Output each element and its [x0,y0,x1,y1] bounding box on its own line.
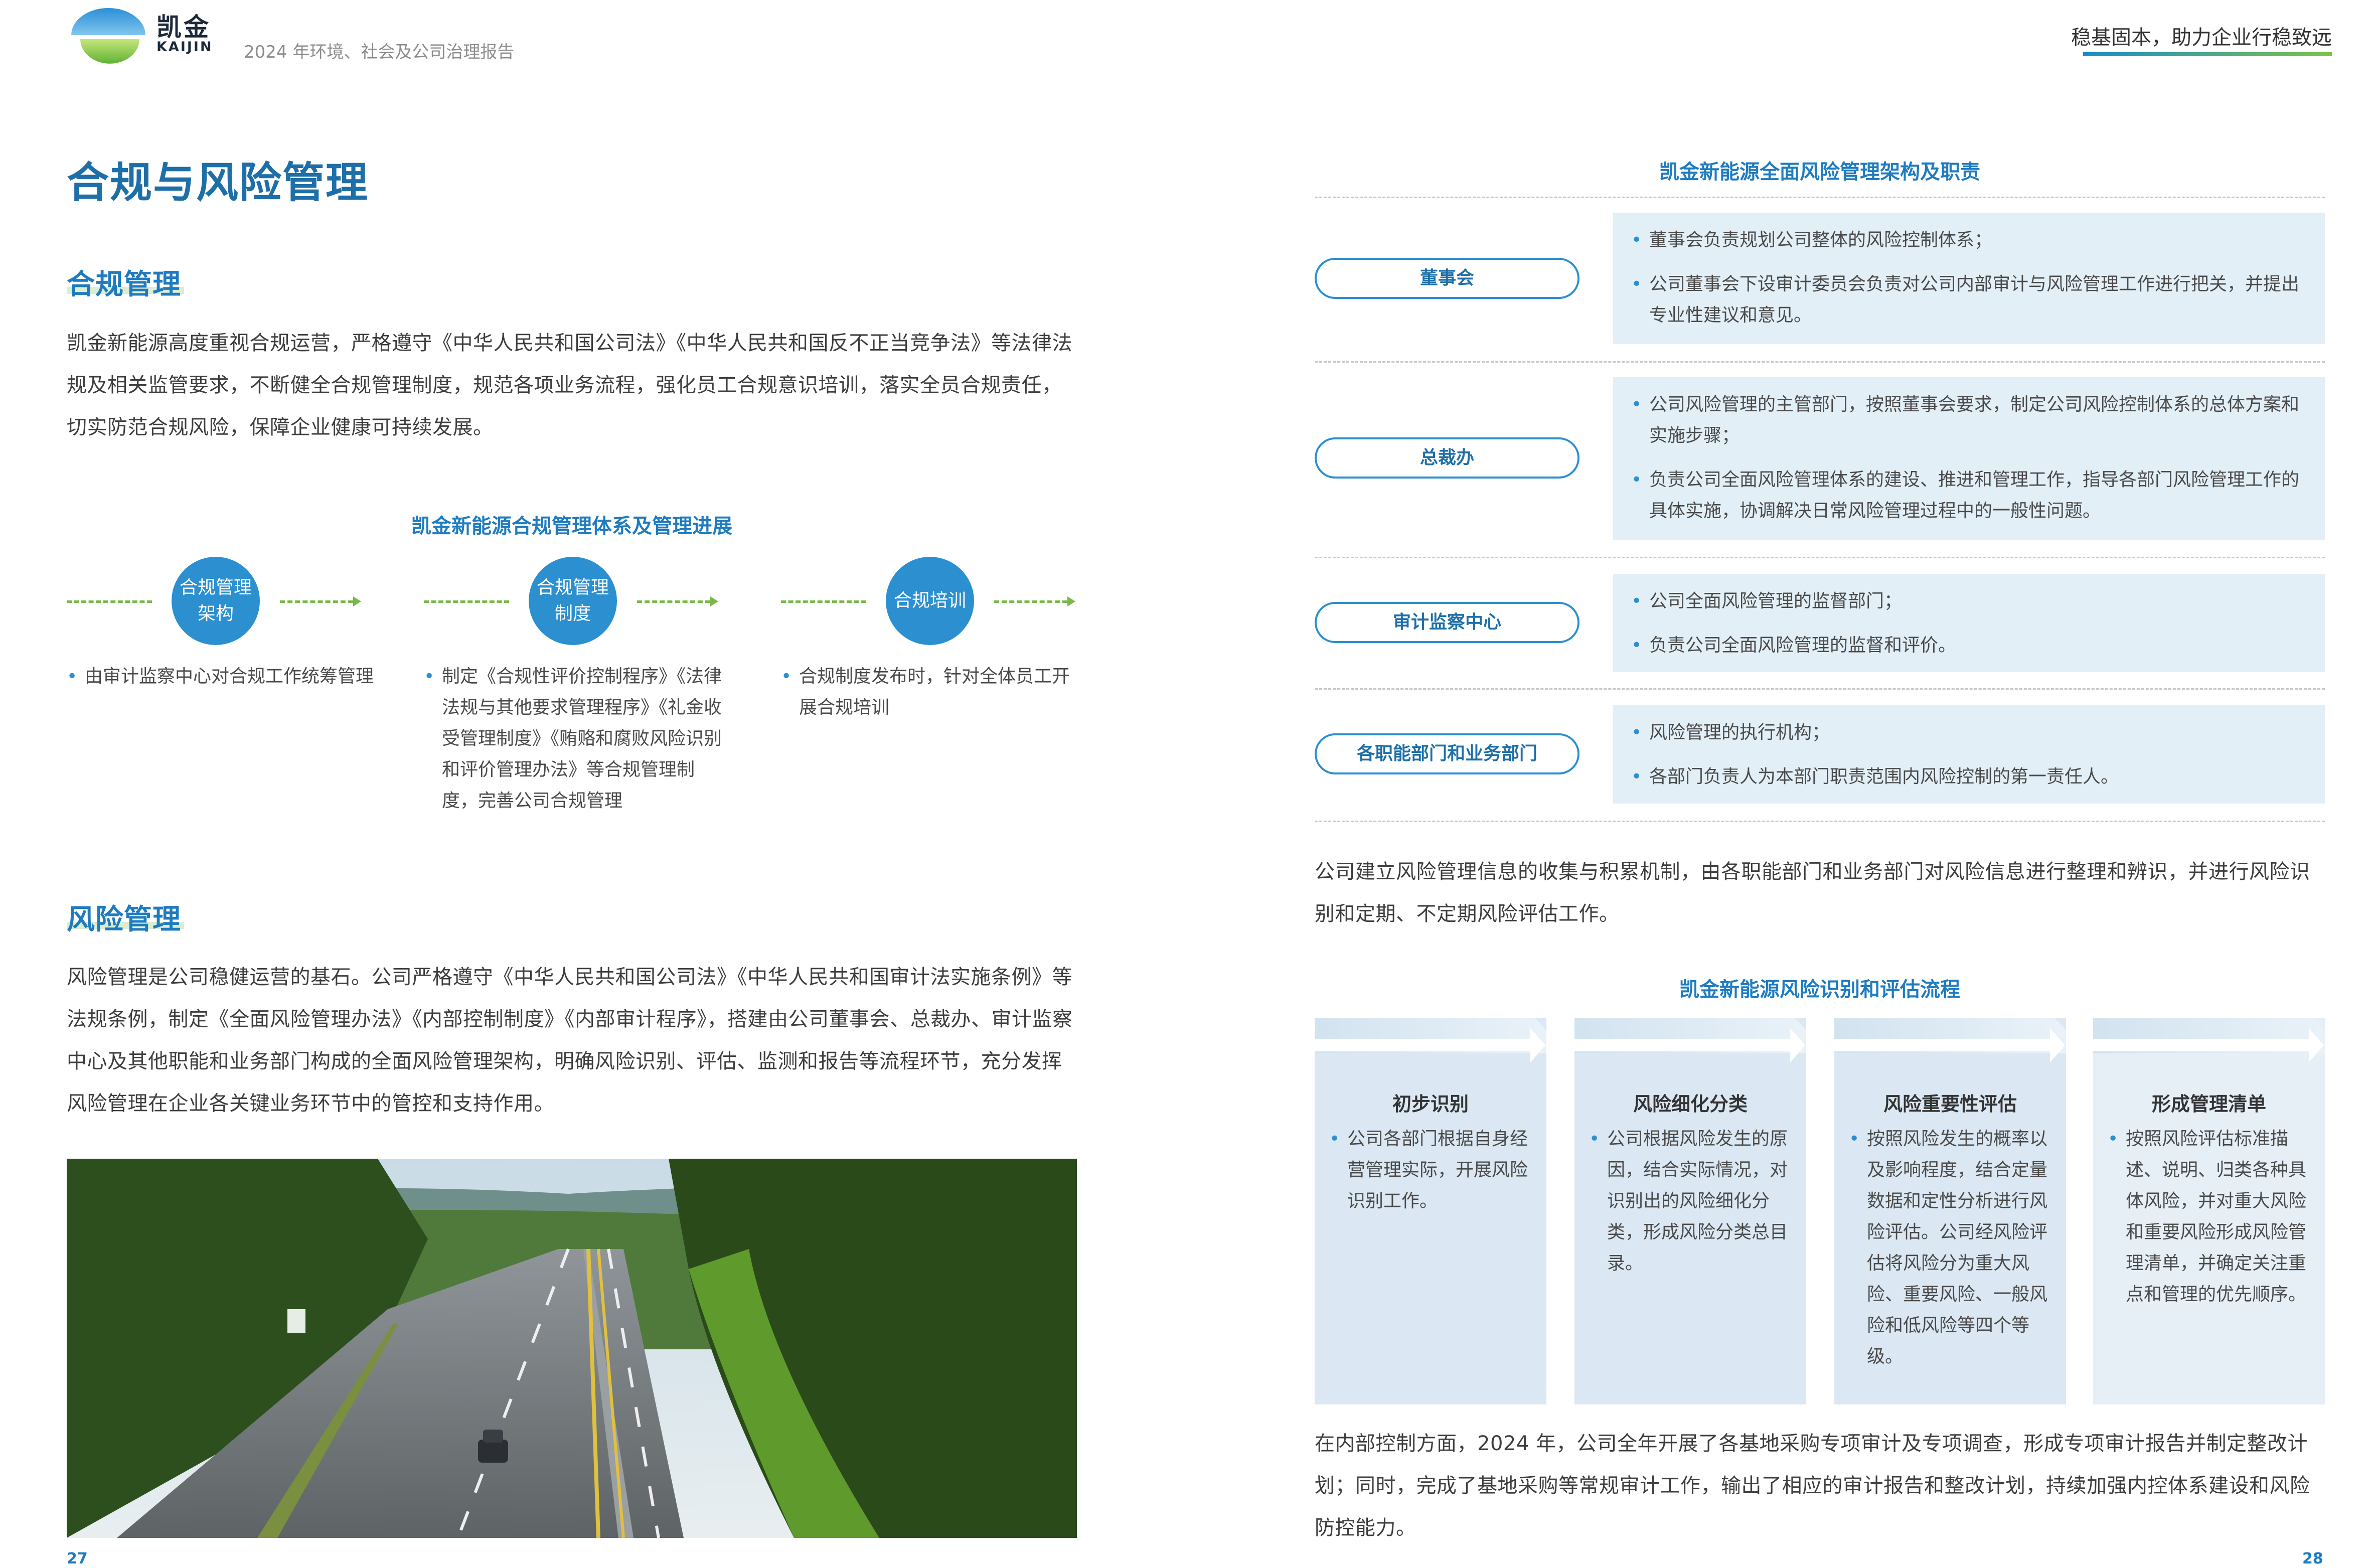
slogan-underline [2083,52,2332,56]
step-circle-architecture: 合规管理架构 [172,557,260,645]
page-number-right: 28 [2302,1550,2323,1567]
flow-step-text: 公司根据风险发生的原因，结合实际情况，对识别出的风险细化分类，形成风险分类总目录… [1589,1124,1795,1279]
dash-connector [67,600,152,603]
flow-step-title: 形成管理清单 [2151,1093,2266,1115]
list-item: 公司根据风险发生的原因，结合实际情况，对识别出的风险细化分类，形成风险分类总目录… [1589,1124,1795,1279]
logo-english-name: KAIJIN [156,39,213,55]
dash-connector [280,600,353,603]
arrow-right-icon [353,596,361,606]
list-item: 公司风险管理的主管部门，按照董事会要求，制定公司风险控制体系的总体方案和实施步骤… [1631,389,2305,451]
list-item: 由审计监察中心对合规工作统筹管理 [67,661,378,692]
step-circle-system: 合规管理制度 [529,557,617,645]
dash-connector [781,600,866,603]
flow-step-title: 风险细化分类 [1633,1093,1748,1115]
kaijin-logo-icon [71,8,145,64]
flow-step-text: 按照风险评估标准描述、说明、归类各种具体风险，并对重大风险和重要风险形成风险管理… [2108,1124,2313,1310]
risk-paragraph: 风险管理是公司稳健运营的基石。公司严格遵守《中华人民共和国公司法》《中华人民共和… [67,966,1073,1115]
flow-title: 凯金新能源风险识别和评估流程 [1679,978,1960,1001]
flow-step-text: 公司各部门根据自身经营管理实际，开展风险识别工作。 [1329,1124,1535,1217]
org-duties-audit-center: 公司全面风险管理的监督部门； 负责公司全面风险管理的监督和评价。 [1613,574,2325,672]
step-description-architecture: 由审计监察中心对合规工作统筹管理 [67,661,378,692]
list-item: 按照风险发生的概率以及影响程度，结合定量数据和定性分析进行风险评估。公司经风险评… [1849,1124,2054,1372]
list-item: 公司董事会下设审计委员会负责对公司内部审计与风险管理工作进行把关，并提出专业性建… [1631,269,2305,331]
org-president-office: 总裁办 [1315,437,1579,479]
step-description-training: 合规制度发布时，针对全体员工开展合规培训 [781,661,1082,723]
list-item: 负责公司全面风险管理体系的建设、推进和管理工作，指导各部门风险管理工作的具体实施… [1631,464,2305,527]
flow-step-title: 初步识别 [1392,1093,1469,1115]
org-audit-center: 审计监察中心 [1315,602,1579,643]
compliance-diagram-title: 凯金新能源合规管理体系及管理进展 [411,515,732,538]
flow-step-text: 按照风险发生的概率以及影响程度，结合定量数据和定性分析进行风险评估。公司经风险评… [1849,1124,2054,1372]
list-item: 合规制度发布时，针对全体员工开展合规培训 [781,661,1082,723]
org-duties-departments: 风险管理的执行机构； 各部门负责人为本部门职责范围内风险控制的第一责任人。 [1613,705,2325,804]
dash-connector [424,600,509,603]
step-circle-training: 合规培训 [886,557,974,645]
org-departments: 各职能部门和业务部门 [1315,733,1579,774]
list-item: 制定《合规性评价控制程序》《法律法规与其他要求管理程序》《礼金收受管理制度》《贿… [424,661,725,817]
dash-connector [637,600,710,603]
list-item: 按照风险评估标准描述、说明、归类各种具体风险，并对重大风险和重要风险形成风险管理… [2108,1124,2313,1310]
highway-photo [67,1159,1077,1538]
page-number-left: 27 [67,1550,88,1567]
org-duties-president-office: 公司风险管理的主管部门，按照董事会要求，制定公司风险控制体系的总体方案和实施步骤… [1613,377,2325,540]
dash-connector [994,600,1067,603]
info-paragraph: 公司建立风险管理信息的收集与积累机制，由各职能部门和业务部门对风险信息进行整理和… [1315,860,2310,925]
logo-chinese-name: 凯金 [156,13,211,42]
org-board: 董事会 [1315,258,1579,299]
divider [1315,197,2325,198]
list-item: 风险管理的执行机构； [1631,717,2305,748]
audit-paragraph: 在内部控制方面，2024 年，公司全年开展了各基地采购专项审计及专项调查，形成专… [1315,1432,2310,1539]
risk-heading: 风险管理 [67,903,181,936]
list-item: 各部门负责人为本部门职责范围内风险控制的第一责任人。 [1631,761,2305,793]
list-item: 公司各部门根据自身经营管理实际，开展风险识别工作。 [1329,1124,1535,1217]
divider [1315,821,2325,822]
arrow-right-icon [710,596,718,606]
arrow-right-icon [1067,596,1075,606]
org-duties-board: 董事会负责规划公司整体的风险控制体系； 公司董事会下设审计委员会负责对公司内部审… [1613,213,2325,344]
step-description-system: 制定《合规性评价控制程序》《法律法规与其他要求管理程序》《礼金收受管理制度》《贿… [424,661,725,817]
divider [1315,688,2325,690]
list-item: 公司全面风险管理的监督部门； [1631,586,2305,617]
compliance-paragraph: 凯金新能源高度重视合规运营，严格遵守《中华人民共和国公司法》《中华人民共和国反不… [67,332,1072,439]
compliance-heading: 合规管理 [67,268,181,301]
slogan: 稳基固本，助力企业行稳致远 [2071,26,2332,49]
list-item: 负责公司全面风险管理的监督和评价。 [1631,630,2305,661]
list-item: 董事会负责规划公司整体的风险控制体系； [1631,225,2305,256]
page-title: 合规与风险管理 [67,158,369,207]
org-title: 凯金新能源全面风险管理架构及职责 [1659,161,1980,184]
flow-step-title: 风险重要性评估 [1883,1093,2017,1115]
divider [1315,361,2325,363]
report-title: 2024 年环境、社会及公司治理报告 [244,42,515,62]
flow-arrow-band [1315,1018,2325,1062]
divider [1315,557,2325,558]
